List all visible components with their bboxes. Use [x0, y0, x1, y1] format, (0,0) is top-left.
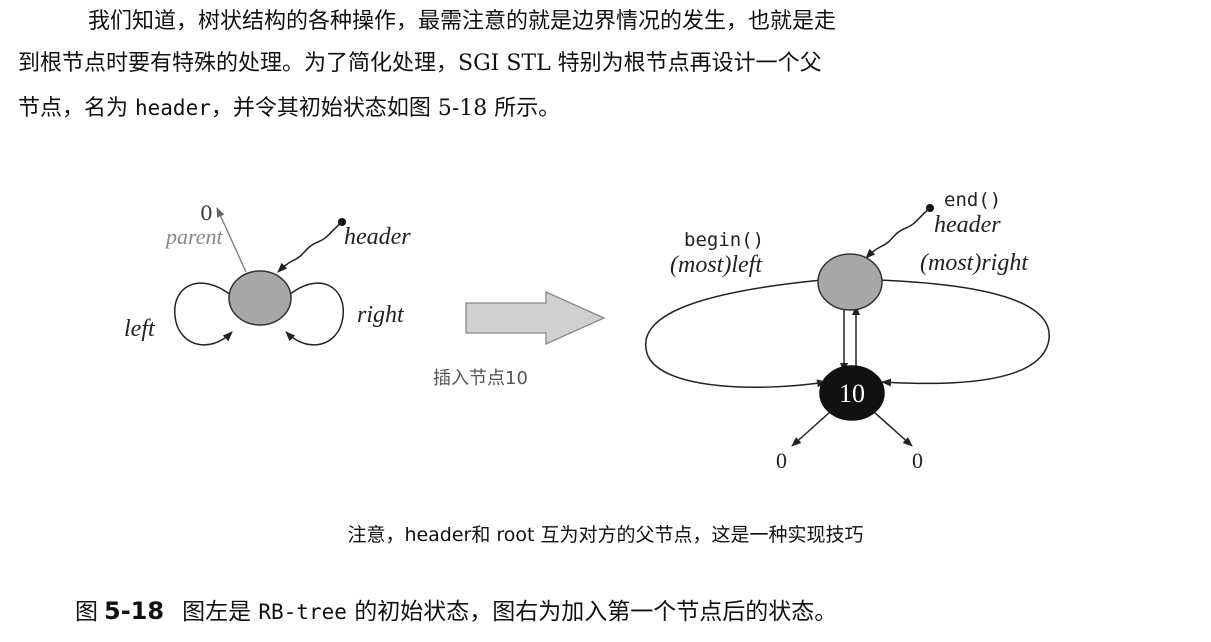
header-pointer-left — [277, 221, 343, 273]
caption-figure-number: 5-18 — [104, 597, 165, 625]
left-label: left — [124, 316, 156, 342]
paragraph-line-3-code: header — [135, 96, 211, 120]
caption-text-pre: 图左是 — [182, 599, 259, 625]
right-child-null: 0 — [912, 448, 923, 473]
header-node-left — [228, 270, 292, 326]
caption-prefix: 图 — [75, 599, 98, 625]
root-right-child-pointer — [873, 411, 913, 447]
paragraph-line-3-pre: 节点，名为 — [18, 96, 135, 121]
parent-null-label: 0 — [200, 201, 213, 225]
most-left-loop — [645, 279, 827, 389]
insert-arrow-shape — [465, 290, 606, 346]
root-left-child-pointer — [791, 411, 831, 447]
most-right-loop — [877, 279, 1050, 387]
figure-svg: 0 parent header left right 插入节点10 10 0 0… — [124, 189, 1050, 473]
most-left-label: (most)left — [670, 252, 763, 278]
figure-note-text: 注意，header和 root 互为对方的父节点，这是一种实现技巧 — [347, 524, 864, 546]
left-child-null: 0 — [776, 448, 787, 473]
caption-code: RB-tree — [258, 600, 347, 624]
root-node-value: 10 — [839, 379, 865, 408]
paragraph-line-3: 节点，名为 header，并令其初始状态如图 5-18 所示。 — [0, 90, 1211, 127]
most-right-label: (most)right — [920, 250, 1029, 276]
right-diagram: 10 0 0 end() header begin() (most)left (… — [645, 189, 1050, 473]
figure-note: 注意，header和 root 互为对方的父节点，这是一种实现技巧 — [0, 520, 1211, 547]
paragraph-line-1: 我们知道，树状结构的各种操作，最需注意的就是边界情况的发生，也就是走 — [0, 4, 1211, 40]
end-label: end() — [944, 189, 1001, 211]
paragraph-line-2-text: 到根节点时要有特殊的处理。为了简化处理，SGI STL 特别为根节点再设计一个父 — [18, 51, 822, 76]
insert-arrow: 插入节点10 — [433, 290, 606, 389]
header-label-right: header — [934, 212, 1001, 238]
left-self-loop — [174, 282, 233, 346]
right-label: right — [357, 302, 405, 328]
paragraph-line-1-text: 我们知道，树状结构的各种操作，最需注意的就是边界情况的发生，也就是走 — [88, 9, 837, 34]
header-node-right — [817, 253, 883, 311]
rb-tree-header-figure: 0 parent header left right 插入节点10 10 0 0… — [0, 160, 1211, 490]
begin-label: begin() — [684, 229, 764, 251]
header-label-left: header — [344, 224, 411, 250]
right-self-loop — [285, 282, 344, 346]
left-diagram: 0 parent header left right — [124, 201, 411, 346]
insert-arrow-label: 插入节点10 — [433, 368, 528, 389]
paragraph-line-2: 到根节点时要有特殊的处理。为了简化处理，SGI STL 特别为根节点再设计一个父 — [0, 46, 1211, 82]
caption-text-post: 的初始状态，图右为加入第一个节点后的状态。 — [346, 599, 838, 625]
parent-label: parent — [164, 224, 224, 249]
figure-caption: 图 5-18 图左是 RB-tree 的初始状态，图右为加入第一个节点后的状态。 — [75, 592, 837, 626]
paragraph-line-3-post: ，并令其初始状态如图 5-18 所示。 — [210, 96, 561, 121]
